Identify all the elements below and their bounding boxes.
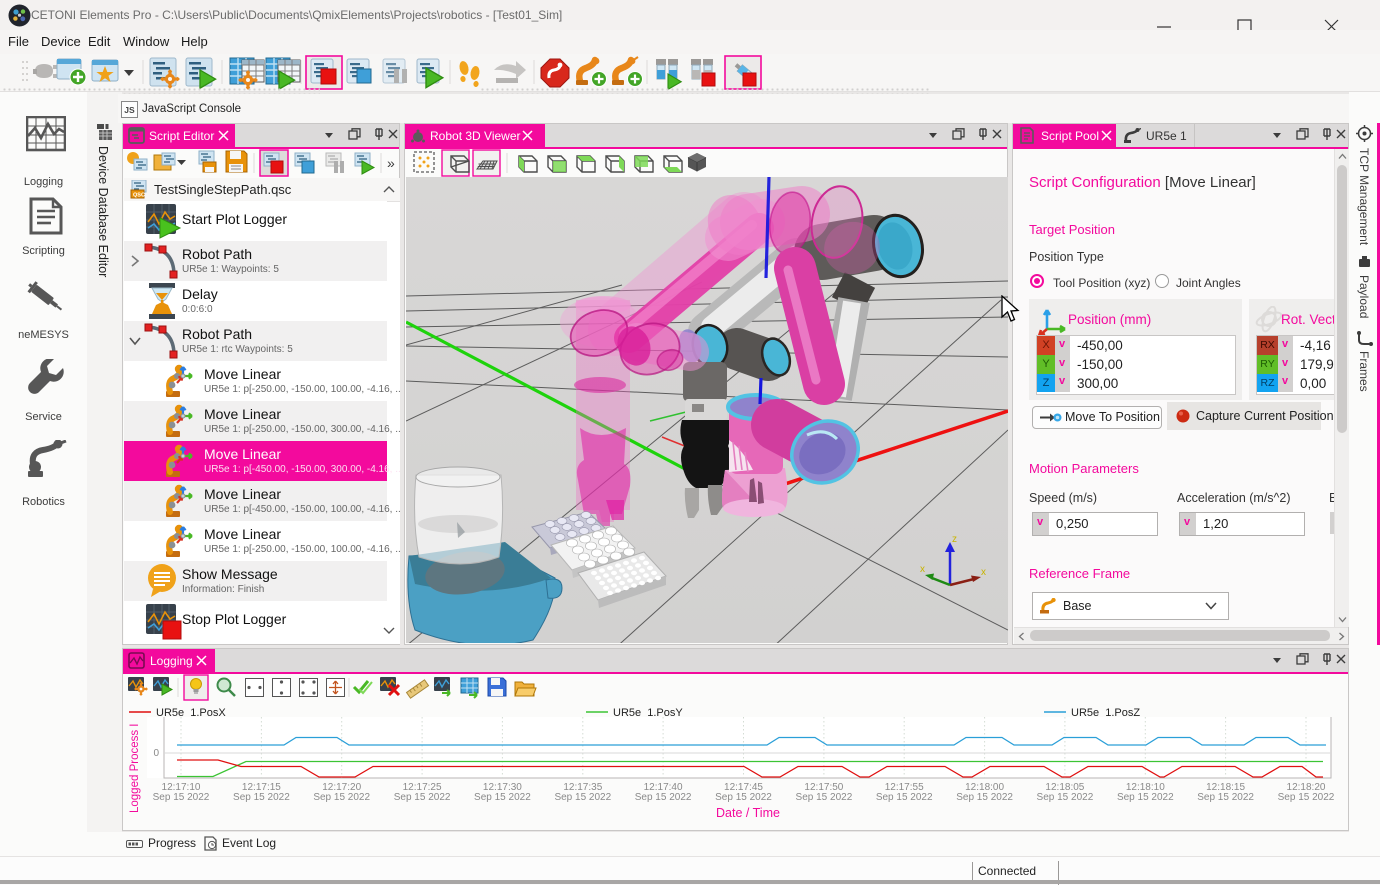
svg-text:Sep 15 2022: Sep 15 2022 [474, 792, 531, 803]
svg-text:Sep 15 2022: Sep 15 2022 [876, 792, 933, 803]
svg-text:Sep 15 2022: Sep 15 2022 [313, 792, 370, 803]
svg-text:Sep 15 2022: Sep 15 2022 [1037, 792, 1094, 803]
svg-text:Sep 15 2022: Sep 15 2022 [153, 792, 210, 803]
svg-text:Sep 15 2022: Sep 15 2022 [796, 792, 853, 803]
svg-text:Sep 15 2022: Sep 15 2022 [233, 792, 290, 803]
svg-text:0: 0 [153, 748, 159, 759]
svg-text:Date / Time: Date / Time [716, 806, 780, 820]
svg-text:QSC: QSC [133, 193, 145, 199]
svg-text:Sep 15 2022: Sep 15 2022 [956, 792, 1013, 803]
svg-text:Logged Process I: Logged Process I [129, 723, 141, 813]
svg-text:z: z [952, 534, 957, 545]
svg-text:Sep 15 2022: Sep 15 2022 [554, 792, 611, 803]
svg-text:Sep 15 2022: Sep 15 2022 [1278, 792, 1335, 803]
svg-text:JS: JS [124, 105, 135, 115]
svg-text:»: » [387, 155, 395, 171]
svg-text:Sep 15 2022: Sep 15 2022 [715, 792, 772, 803]
svg-text:x: x [920, 564, 925, 575]
svg-text:Sep 15 2022: Sep 15 2022 [635, 792, 692, 803]
svg-text:Sep 15 2022: Sep 15 2022 [1197, 792, 1254, 803]
svg-text:Sep 15 2022: Sep 15 2022 [394, 792, 451, 803]
svg-text:x: x [981, 567, 986, 578]
svg-text:Sep 15 2022: Sep 15 2022 [1117, 792, 1174, 803]
